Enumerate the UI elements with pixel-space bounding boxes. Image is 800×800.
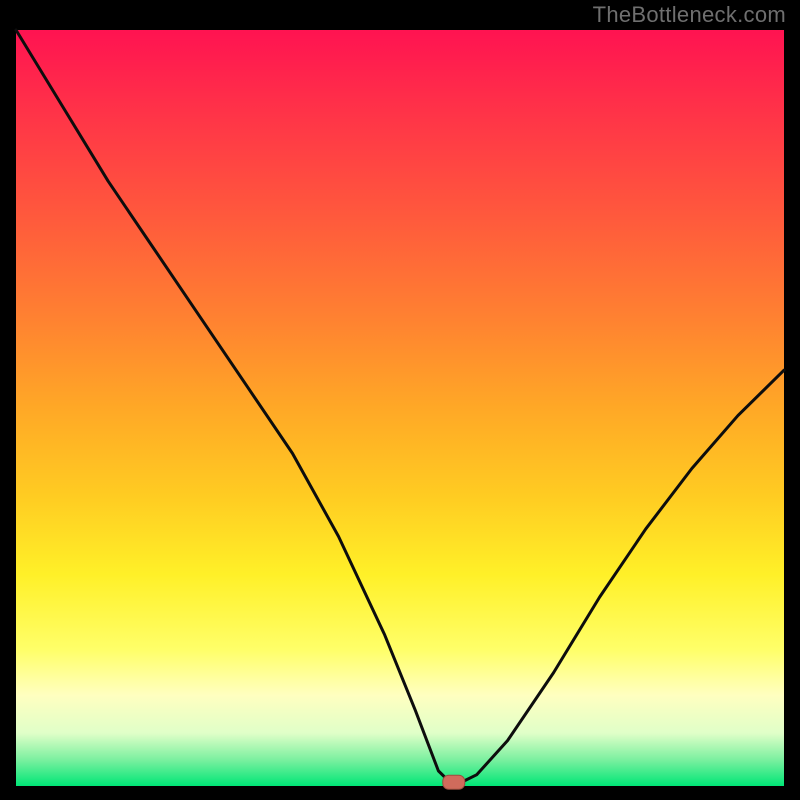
chart-stage: TheBottleneck.com [0,0,800,800]
minimum-marker [443,775,465,789]
watermark-label: TheBottleneck.com [593,2,786,28]
chart-svg [0,0,800,800]
